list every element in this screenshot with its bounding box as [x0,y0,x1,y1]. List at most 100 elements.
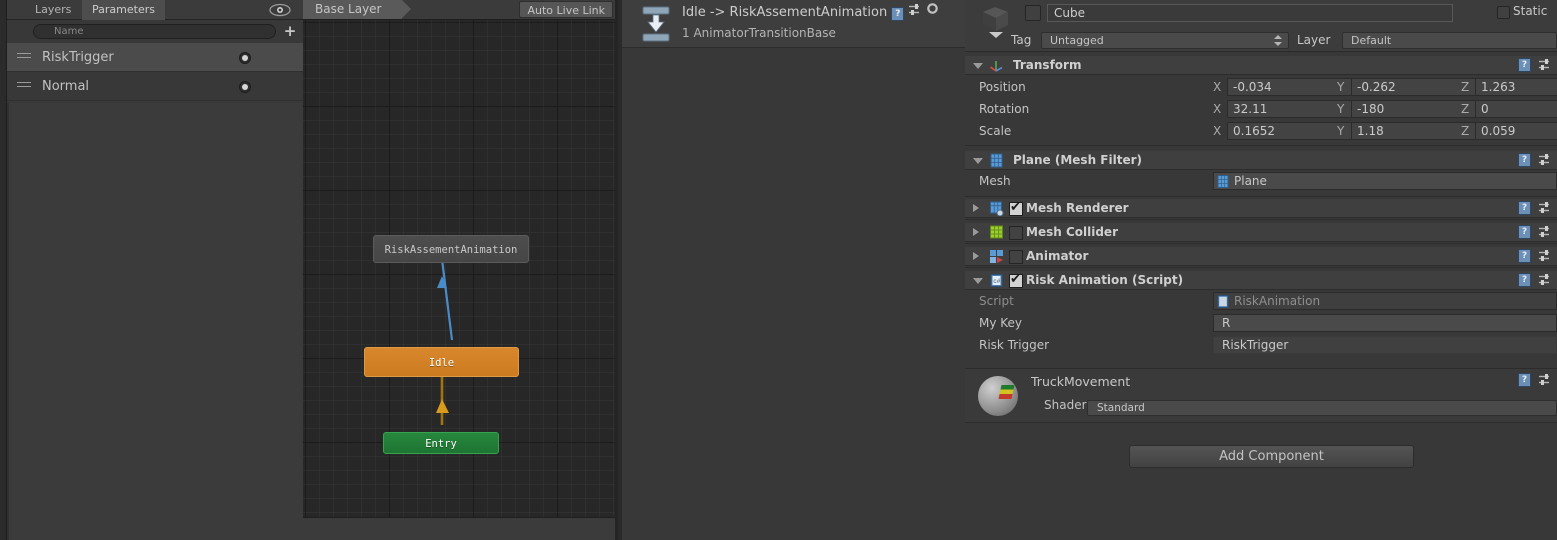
gameobject-enabled-checkbox[interactable] [1025,5,1041,21]
my-key-input[interactable]: R [1213,314,1557,332]
chevron-right-icon[interactable] [973,204,979,212]
tab-layers[interactable]: Layers [25,0,81,20]
trigger-toggle[interactable] [239,52,251,64]
component-header-mesh-filter[interactable]: Plane (Mesh Filter) ? [965,151,1557,170]
chevron-down-icon[interactable] [973,156,983,169]
row-label: Script [979,294,1014,308]
mesh-object-field[interactable]: Plane [1213,172,1557,190]
component-title: Mesh Collider [1026,225,1118,239]
parameter-list-empty-area [7,103,303,540]
gear-icon[interactable] [926,2,940,16]
component-header-mesh-collider[interactable]: Mesh Collider ? [965,223,1557,242]
component-enabled-checkbox[interactable] [1009,200,1023,216]
add-parameter-button[interactable]: + [281,23,299,40]
transition-subtitle: 1 AnimatorTransitionBase [682,26,836,40]
preset-icon[interactable] [1538,58,1551,74]
chevron-right-icon[interactable] [973,252,979,260]
drag-handle-icon[interactable] [17,82,31,90]
component-enabled-checkbox[interactable] [1009,272,1023,288]
transition-inspector-panel: Idle -> RiskAssementAnimation ? 1 Animat… [618,0,1557,540]
help-icon[interactable]: ? [1518,225,1531,239]
help-icon[interactable]: ? [1518,58,1531,72]
state-node-entry[interactable]: Entry [383,432,499,454]
breadcrumb[interactable]: Base Layer [303,0,410,19]
animator-parameters-panel: Layers Parameters Name + RiskTrigger Nor… [0,0,303,540]
axis-y-label: Y [1337,124,1345,138]
material-name: TruckMovement [1031,374,1131,389]
component-header-animator[interactable]: Animator ? [965,247,1557,266]
preset-icon[interactable] [1538,225,1551,241]
state-node-idle[interactable]: Idle [364,347,519,377]
help-icon[interactable]: ? [1518,249,1531,263]
help-icon[interactable]: ? [1518,201,1531,215]
shader-dropdown[interactable]: Standard [1087,400,1557,416]
rotation-x-input[interactable]: 32.11 [1227,100,1352,118]
scale-z-input[interactable]: 0.059 [1475,122,1557,140]
transition-title: Idle -> RiskAssementAnimation ? [682,2,940,21]
static-checkbox[interactable] [1497,6,1510,19]
component-header-risk-animation[interactable]: c# Risk Animation (Script) ? [965,271,1557,290]
transition-icon [639,5,673,43]
help-icon[interactable]: ? [1518,153,1531,167]
state-node-riskassementanimation[interactable]: RiskAssementAnimation [373,235,529,263]
preset-icon[interactable] [1538,373,1551,389]
eye-icon[interactable] [269,3,291,17]
graph-toolbar: Base Layer Auto Live Link [303,0,618,20]
parameter-row-risktrigger[interactable]: RiskTrigger [7,43,303,72]
chevron-right-icon[interactable] [973,228,979,236]
component-header-mesh-renderer[interactable]: Mesh Renderer ? [965,199,1557,218]
search-input[interactable]: Name [33,24,276,39]
animator-icon [989,249,1004,264]
transition-inspector-header: Idle -> RiskAssementAnimation ? 1 Animat… [622,0,965,48]
mesh-collider-icon [989,225,1004,240]
drag-handle-icon[interactable] [17,53,31,61]
component-enabled-checkbox[interactable] [1009,250,1023,264]
chevron-down-icon[interactable] [973,61,983,74]
position-y-input[interactable]: -0.262 [1351,78,1476,96]
position-z-input[interactable]: 1.263 [1475,78,1557,96]
script-icon [1217,295,1230,308]
rotation-y-input[interactable]: -180 [1351,100,1476,118]
help-icon[interactable]: ? [1518,373,1531,387]
axis-x-label: X [1213,102,1222,116]
trigger-toggle[interactable] [239,81,251,93]
divider [965,196,1557,197]
row-label: My Key [979,316,1023,330]
help-icon[interactable]: ? [891,7,905,21]
layer-value: Default [1351,34,1392,47]
tab-parameters[interactable]: Parameters [82,0,165,20]
scale-x-input[interactable]: 0.1652 [1227,122,1352,140]
gameobject-name-input[interactable]: Cube [1047,4,1453,22]
axis-y-label: Y [1337,102,1345,116]
auto-live-link-button[interactable]: Auto Live Link [519,1,613,18]
chevron-updown-icon [1274,35,1282,47]
preset-icon[interactable] [1538,201,1551,217]
position-x-input[interactable]: -0.034 [1227,78,1352,96]
chevron-down-icon[interactable] [973,276,983,289]
script-object-field[interactable]: RiskAnimation [1213,292,1557,310]
preset-icon[interactable] [908,3,921,16]
transform-position-row: Position X -0.034 Y -0.262 Z 1.263 [965,77,1557,99]
axis-z-label: Z [1461,80,1470,94]
transition-panel-edge [618,0,622,540]
preset-icon[interactable] [1538,153,1551,169]
preset-icon[interactable] [1538,249,1551,265]
scale-y-input[interactable]: 1.18 [1351,122,1476,140]
graph-bottom-bar [303,517,618,540]
risk-trigger-row: Risk Trigger RiskTrigger [965,335,1557,357]
rotation-z-input[interactable]: 0 [1475,100,1557,118]
state-machine-canvas[interactable]: RiskAssementAnimation Idle Entry [303,20,618,517]
add-component-button[interactable]: Add Component [1129,445,1414,468]
parameter-row-normal[interactable]: Normal [7,72,303,101]
parameters-tabbar: Layers Parameters [7,0,303,20]
material-sphere-icon [978,376,1018,416]
tag-dropdown[interactable]: Untagged [1041,32,1289,49]
mesh-filter-mesh-row: Mesh Plane [965,171,1557,193]
preset-icon[interactable] [1538,273,1551,289]
layer-dropdown[interactable]: Default [1342,32,1557,49]
component-header-transform[interactable]: Transform ? [965,56,1557,75]
row-label: Mesh [979,174,1011,188]
component-enabled-checkbox[interactable] [1009,226,1023,240]
risk-trigger-input[interactable]: RiskTrigger [1213,336,1557,354]
help-icon[interactable]: ? [1518,273,1531,287]
